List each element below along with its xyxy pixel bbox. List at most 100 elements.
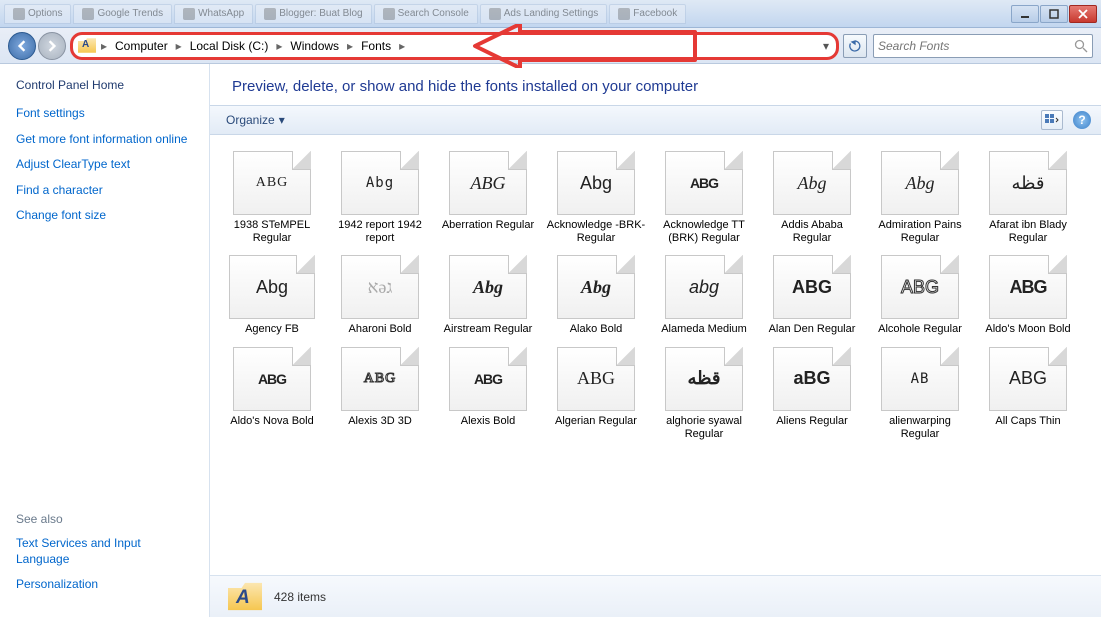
seealso-link-personalization[interactable]: Personalization [16,577,193,593]
seealso-link-text-services[interactable]: Text Services and Input Language [16,536,193,567]
font-item[interactable]: AbgAlako Bold [544,253,648,338]
font-label: Aberration Regular [442,219,534,232]
font-item[interactable]: aBG Aliens Regular [760,345,864,443]
font-thumbnail: AB [881,347,959,411]
window-controls [1011,5,1097,23]
font-item[interactable]: ABalienwarping Regular [868,345,972,443]
font-thumbnail: ABG [989,347,1067,411]
crumb-fonts[interactable]: Fonts [355,35,397,57]
sidebar-link-more-info[interactable]: Get more font information online [16,132,193,148]
sidebar: Control Panel Home Font settings Get mor… [0,64,210,617]
font-item[interactable]: ABG Aberration Regular [436,149,540,247]
taskbar-tab[interactable]: Google Trends [73,4,172,24]
font-sample: ABG [474,371,502,387]
font-item[interactable]: Abg1942 report 1942 report [328,149,432,247]
back-button[interactable] [8,32,36,60]
font-sample: ABG [901,277,939,298]
font-item[interactable]: אәגAharoni Bold [328,253,432,338]
address-dropdown[interactable]: ▾ [818,39,834,53]
taskbar-tab[interactable]: Ads Landing Settings [480,4,608,24]
font-label: Aliens Regular [776,415,848,428]
font-item[interactable]: ABG1938 STeMPEL Regular [220,149,324,247]
sidebar-header: Control Panel Home [16,78,193,92]
font-item[interactable]: ABGAldo's Nova Bold [220,345,324,443]
font-thumbnail: Abg [881,151,959,215]
taskbar-tab[interactable]: Search Console [374,4,478,24]
minimize-button[interactable] [1011,5,1039,23]
view-options-button[interactable] [1041,110,1063,130]
search-box[interactable] [873,34,1093,58]
taskbar-tab[interactable]: Facebook [609,4,686,24]
font-item[interactable]: AbgAgency FB [220,253,324,338]
breadcrumb-sep[interactable]: ▸ [397,35,407,57]
taskbar-tabs: Options Google Trends WhatsApp Blogger: … [4,4,1011,24]
font-sample: Abg [580,173,612,194]
font-sample: قظه [1011,173,1044,194]
sidebar-link-change-size[interactable]: Change font size [16,208,193,224]
font-sample: ABG [792,277,832,298]
status-count: 428 items [274,590,326,604]
font-item[interactable]: abgAlameda Medium [652,253,756,338]
font-grid-area[interactable]: ABG1938 STeMPEL RegularAbg1942 report 19… [210,135,1101,575]
breadcrumb-sep[interactable]: ▸ [99,35,109,57]
breadcrumb[interactable]: ▸ Computer ▸ Local Disk (C:) ▸ Windows ▸… [72,34,837,58]
fonts-folder-icon [228,580,262,614]
font-label: Alexis Bold [461,415,515,428]
taskbar-tab[interactable]: Options [4,4,71,24]
refresh-button[interactable] [843,34,867,58]
breadcrumb-sep[interactable]: ▸ [174,35,184,57]
crumb-computer[interactable]: Computer [109,35,174,57]
close-button[interactable] [1069,5,1097,23]
breadcrumb-sep[interactable]: ▸ [345,35,355,57]
search-input[interactable] [878,39,1074,53]
taskbar-tab[interactable]: Blogger: Buat Blog [255,4,371,24]
forward-button[interactable] [38,32,66,60]
font-label: Alcohole Regular [878,323,962,336]
font-item[interactable]: AbgAcknowledge -BRK- Regular [544,149,648,247]
font-label: Addis Ababa Regular [762,219,862,245]
help-button[interactable]: ? [1073,111,1091,129]
font-item[interactable]: ABGAlexis 3D 3D [328,345,432,443]
font-item[interactable]: ABGAlgerian Regular [544,345,648,443]
font-thumbnail: ABG [233,151,311,215]
font-sample: ABG [1010,277,1047,298]
sidebar-link-find-character[interactable]: Find a character [16,183,193,199]
font-item[interactable]: قظهalghorie syawal Regular [652,345,756,443]
font-item[interactable]: ABG Alcohole Regular [868,253,972,338]
font-thumbnail: ABG [341,347,419,411]
font-item[interactable]: AbgAddis Ababa Regular [760,149,864,247]
font-sample: ABG [690,175,718,191]
font-item[interactable]: قظه Afarat ibn Blady Regular [976,149,1080,247]
address-bar: ▸ Computer ▸ Local Disk (C:) ▸ Windows ▸… [0,28,1101,64]
sidebar-link-cleartype[interactable]: Adjust ClearType text [16,157,193,173]
font-thumbnail: aBG [773,347,851,411]
font-item[interactable]: ABG Aldo's Moon Bold [976,253,1080,338]
toolbar: Organize ▾ ? [210,105,1101,135]
font-label: Aldo's Moon Bold [985,323,1070,336]
font-thumbnail: ABG [881,255,959,319]
font-item[interactable]: AbgAirstream Regular [436,253,540,338]
breadcrumb-sep[interactable]: ▸ [274,35,284,57]
font-sample: AB [911,371,930,387]
taskbar-tab[interactable]: WhatsApp [174,4,253,24]
crumb-local-disk[interactable]: Local Disk (C:) [184,35,275,57]
seealso-header: See also [16,512,193,526]
font-item[interactable]: ABG Alexis Bold [436,345,540,443]
sidebar-link-font-settings[interactable]: Font settings [16,106,193,122]
font-sample: ABG [1009,368,1047,389]
font-sample: ABG [577,368,615,389]
font-item[interactable]: ABGAcknowledge TT (BRK) Regular [652,149,756,247]
search-icon [1074,39,1088,53]
organize-button[interactable]: Organize ▾ [220,111,291,129]
font-item[interactable]: ABGAll Caps Thin [976,345,1080,443]
font-label: Airstream Regular [444,323,533,336]
font-sample: Abg [256,277,288,298]
maximize-button[interactable] [1040,5,1068,23]
main-panel: Preview, delete, or show and hide the fo… [210,64,1101,617]
font-sample: ABG [256,175,289,191]
crumb-windows[interactable]: Windows [284,35,345,57]
font-label: Afarat ibn Blady Regular [978,219,1078,245]
font-item[interactable]: AbgAdmiration Pains Regular [868,149,972,247]
font-sample: ABG [471,173,506,194]
font-item[interactable]: ABGAlan Den Regular [760,253,864,338]
